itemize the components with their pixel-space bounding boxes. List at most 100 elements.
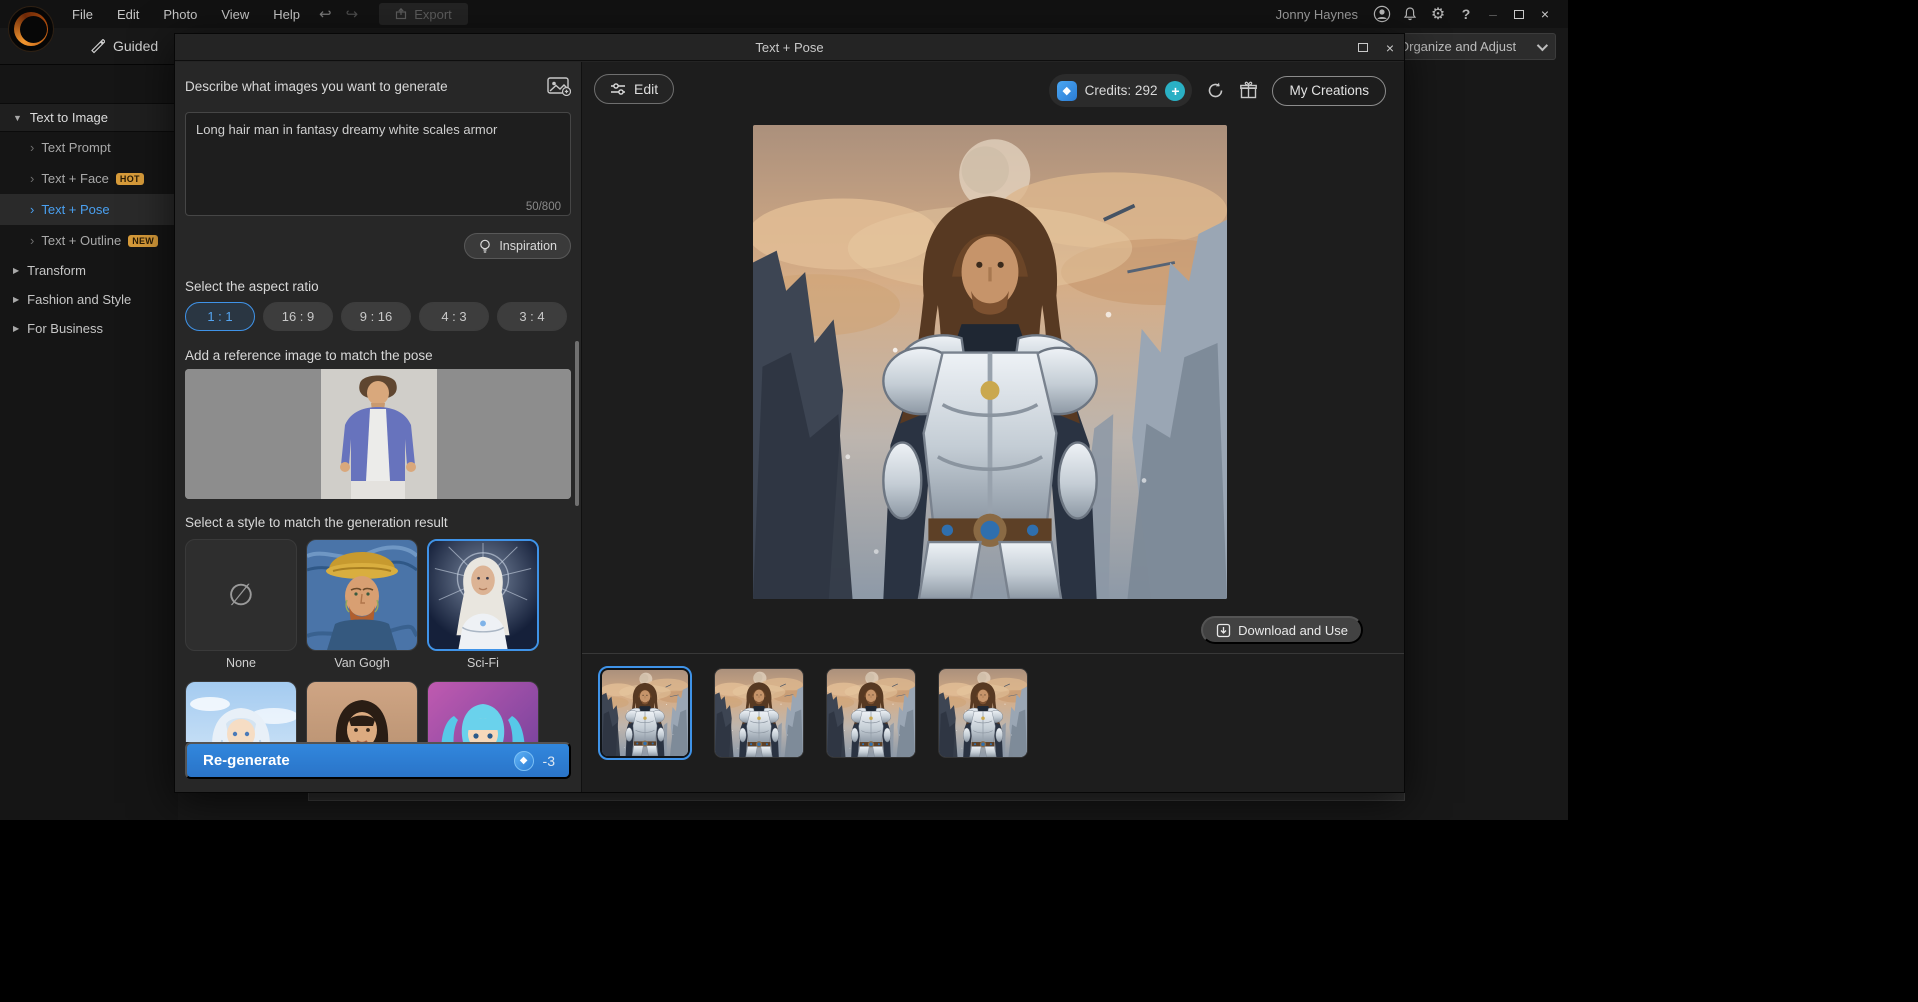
menu-file[interactable]: File (60, 0, 105, 28)
result-thumbnails (598, 666, 1028, 760)
screen: File Edit Photo View Help ↩ ↪ Export Jon… (0, 0, 1918, 1002)
thumbnail-4[interactable] (938, 668, 1028, 758)
thumbnail-1[interactable] (598, 666, 692, 760)
style-label: Select a style to match the generation r… (185, 515, 571, 530)
style-card-sci-fi[interactable] (427, 539, 539, 651)
user-avatar-icon[interactable] (1368, 0, 1396, 28)
menu-view[interactable]: View (209, 0, 261, 28)
style-card-anime-pop[interactable] (427, 681, 539, 742)
style-options-row-2 (185, 681, 571, 742)
sidebar-item-label: Text + Face (41, 171, 109, 186)
sidebar-item-fashion-and-style[interactable]: ▶ Fashion and Style (0, 285, 178, 314)
export-label: Export (414, 7, 452, 22)
chevron-right-icon: ▶ (13, 324, 19, 333)
user-name[interactable]: Jonny Haynes (1276, 7, 1358, 22)
sidebar-item-label: Text Prompt (41, 140, 110, 155)
refresh-icon[interactable] (1206, 81, 1225, 100)
thumbnail-3[interactable] (826, 668, 916, 758)
regenerate-button[interactable]: Re-generate ◆ -3 (185, 742, 571, 779)
style-name-none: None (185, 656, 297, 670)
chevron-right-icon: › (30, 202, 34, 217)
dialog-close-icon[interactable]: × (1386, 40, 1394, 56)
guided-tab[interactable]: Guided (90, 38, 158, 54)
menu-photo[interactable]: Photo (151, 0, 209, 28)
style-names: None Van Gogh Sci-Fi (185, 656, 571, 670)
window-minimize-icon[interactable]: – (1480, 0, 1506, 28)
my-creations-button[interactable]: My Creations (1272, 76, 1386, 106)
dialog-maximize-icon[interactable] (1358, 43, 1368, 52)
sidebar-item-text-to-image[interactable]: ▼ Text to Image (0, 103, 178, 132)
chevron-right-icon: ▶ (13, 295, 19, 304)
prompt-input[interactable]: Long hair man in fantasy dreamy white sc… (185, 112, 571, 216)
style-options: ∅ (185, 539, 571, 651)
thumbnails-separator (582, 653, 1404, 654)
chevron-right-icon: › (30, 171, 34, 186)
thumbnail-2[interactable] (714, 668, 804, 758)
sidebar: ▼ Text to Image › Text Prompt › Text + F… (0, 64, 178, 820)
chevron-right-icon: › (30, 140, 34, 155)
sidebar-section-label: Fashion and Style (27, 292, 131, 307)
char-counter: 50/800 (526, 201, 561, 213)
generation-settings-panel: Describe what images you want to generat… (175, 62, 581, 792)
dialog-title: Text + Pose (755, 40, 823, 55)
menu-edit[interactable]: Edit (105, 0, 151, 28)
credit-coin-icon: ◆ (514, 751, 534, 771)
credits-count: Credits: 292 (1085, 83, 1158, 98)
menubar: File Edit Photo View Help ↩ ↪ Export Jon… (0, 0, 1568, 28)
dialog-controls: × (1358, 34, 1394, 61)
edit-button[interactable]: Edit (594, 74, 674, 104)
export-button[interactable]: Export (379, 3, 468, 25)
lightbulb-icon (478, 239, 492, 254)
generation-result-panel: Edit ◆ Credits: 292 + My Creations (581, 62, 1404, 792)
settings-gear-icon[interactable]: ⚙ (1424, 0, 1452, 28)
gift-icon[interactable] (1239, 81, 1258, 100)
left-panel-scrollbar[interactable] (575, 341, 579, 506)
style-name-sci-fi: Sci-Fi (427, 656, 539, 670)
sidebar-item-for-business[interactable]: ▶ For Business (0, 314, 178, 343)
style-card-none[interactable]: ∅ (185, 539, 297, 651)
redo-icon[interactable]: ↪ (339, 5, 366, 23)
aspect-4-3-button[interactable]: 4 : 3 (419, 302, 489, 331)
sidebar-item-transform[interactable]: ▶ Transform (0, 256, 178, 285)
hot-badge: HOT (116, 173, 144, 185)
sidebar-root-label: Text to Image (30, 110, 108, 125)
aspect-ratio-options: 1 : 1 16 : 9 9 : 16 4 : 3 3 : 4 (185, 302, 571, 331)
help-icon[interactable]: ? (1452, 0, 1480, 28)
notifications-bell-icon[interactable] (1396, 0, 1424, 28)
inspiration-button[interactable]: Inspiration (464, 233, 571, 259)
aspect-3-4-button[interactable]: 3 : 4 (497, 302, 567, 331)
sidebar-item-text-prompt[interactable]: › Text Prompt (0, 132, 178, 163)
credits-pill[interactable]: ◆ Credits: 292 + (1049, 74, 1193, 107)
app-logo-icon[interactable] (8, 6, 54, 52)
sidebar-item-text-pose[interactable]: › Text + Pose (0, 194, 178, 225)
undo-icon[interactable]: ↩ (312, 5, 339, 23)
dialog-titlebar[interactable]: Text + Pose × (175, 34, 1404, 61)
chevron-down-icon (1537, 39, 1548, 50)
window-close-icon[interactable]: × (1532, 0, 1558, 28)
style-card-anime-blue[interactable] (185, 681, 297, 742)
style-card-portrait[interactable] (306, 681, 418, 742)
aspect-9-16-button[interactable]: 9 : 16 (341, 302, 411, 331)
sidebar-item-text-outline[interactable]: › Text + Outline NEW (0, 225, 178, 256)
dialog-body: Describe what images you want to generat… (175, 62, 1404, 792)
aspect-1-1-button[interactable]: 1 : 1 (185, 302, 255, 331)
generated-image[interactable] (753, 125, 1227, 599)
sidebar-section-label: Transform (27, 263, 86, 278)
download-and-use-button[interactable]: Download and Use (1201, 616, 1363, 644)
menu-help[interactable]: Help (261, 0, 312, 28)
window-restore-icon[interactable] (1506, 0, 1532, 28)
style-name-van-gogh: Van Gogh (306, 656, 418, 670)
style-card-van-gogh[interactable] (306, 539, 418, 651)
menubar-right: Jonny Haynes ⚙ ? – × (1276, 0, 1568, 28)
add-credits-icon[interactable]: + (1165, 81, 1185, 101)
aspect-16-9-button[interactable]: 16 : 9 (263, 302, 333, 331)
credits-cluster: ◆ Credits: 292 + My Creations (1049, 74, 1386, 107)
pose-reference-image[interactable] (185, 369, 571, 499)
guided-label: Guided (113, 38, 158, 54)
add-image-icon[interactable] (547, 76, 571, 96)
organize-and-adjust-dropdown[interactable]: Organize and Adjust (1388, 33, 1556, 60)
sidebar-item-text-face[interactable]: › Text + Face HOT (0, 163, 178, 194)
prompt-label: Describe what images you want to generat… (185, 79, 448, 94)
export-icon (395, 8, 407, 20)
sidebar-section-label: For Business (27, 321, 103, 336)
